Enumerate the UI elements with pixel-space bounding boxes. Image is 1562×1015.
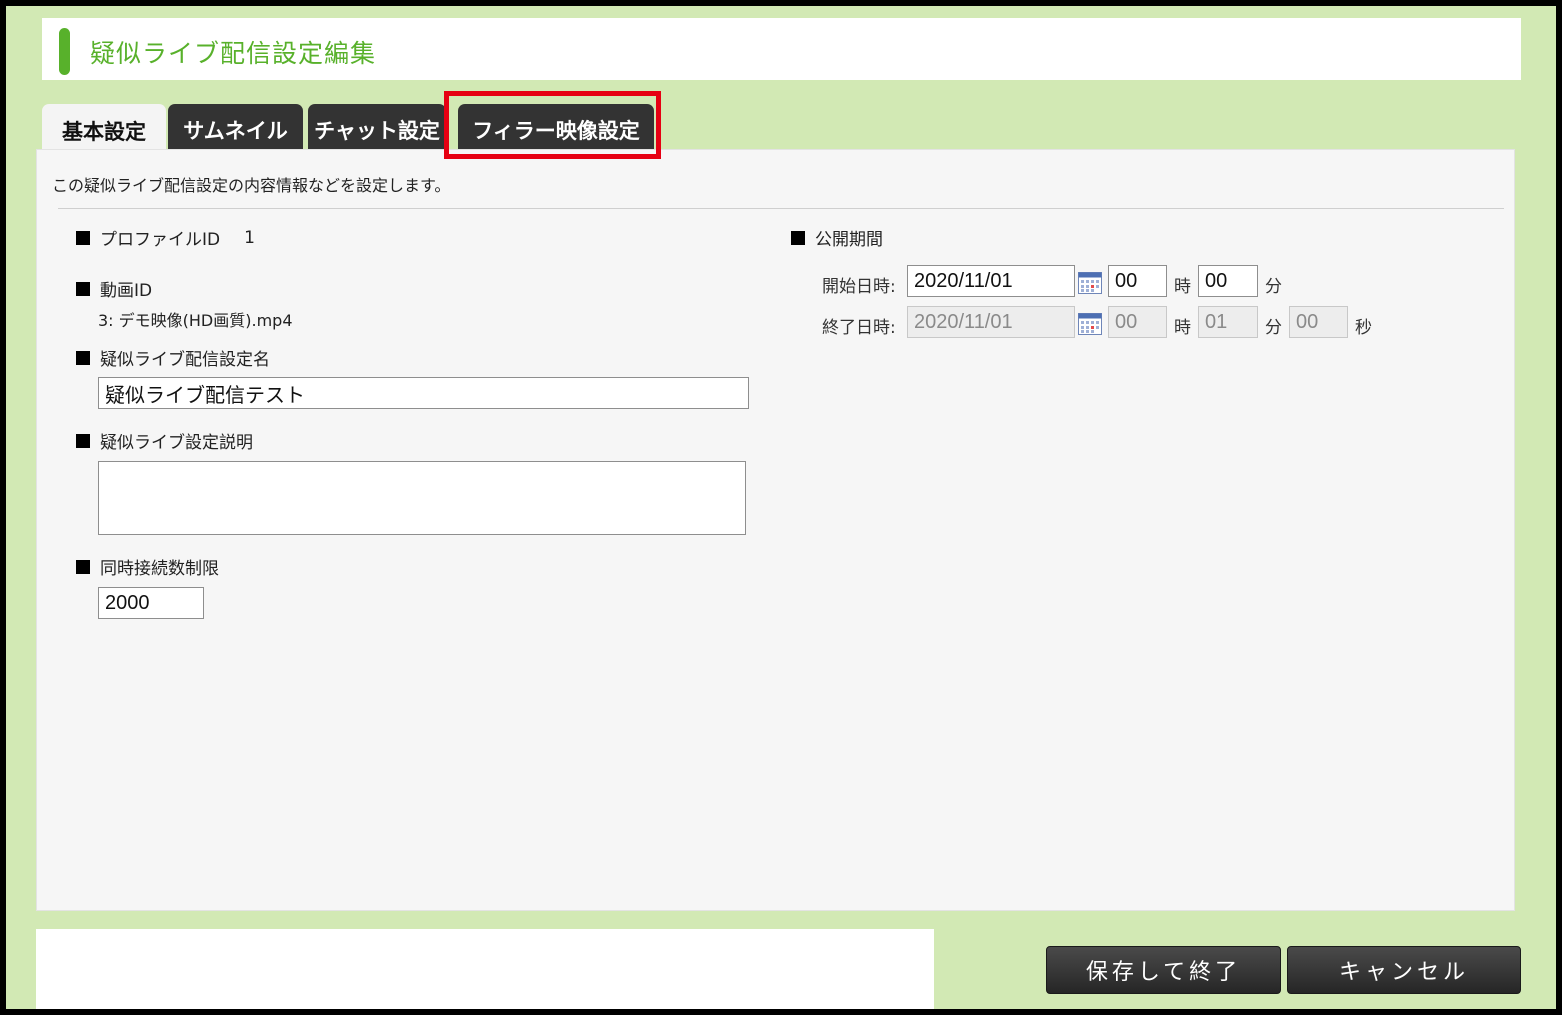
- start-minute-input[interactable]: [1198, 265, 1258, 297]
- profile-id-label: プロファイルID: [100, 230, 221, 250]
- connection-limit-field: 同時接続数制限: [76, 554, 219, 579]
- setting-desc-field: 疑似ライブ設定説明: [76, 428, 253, 453]
- page-title: 疑似ライブ配信設定編集: [90, 39, 377, 68]
- connection-limit-label: 同時接続数制限: [100, 559, 219, 579]
- end-datetime-label: 終了日時:: [822, 318, 896, 338]
- bullet-icon: [76, 281, 90, 296]
- start-date-input[interactable]: [907, 265, 1075, 297]
- save-and-exit-button[interactable]: 保存して終了: [1046, 946, 1281, 994]
- start-hour-unit: 時: [1174, 277, 1191, 297]
- start-datetime-label: 開始日時:: [822, 277, 896, 297]
- bullet-icon: [76, 433, 90, 448]
- start-minute-unit: 分: [1265, 277, 1282, 297]
- period-field: 公開期間: [791, 225, 883, 250]
- setting-name-label: 疑似ライブ配信設定名: [100, 350, 270, 370]
- profile-id-value: 1: [244, 227, 255, 248]
- video-id-field: 動画ID: [76, 276, 152, 301]
- end-second-unit: 秒: [1355, 318, 1372, 338]
- tab-thumbnail[interactable]: サムネイル: [168, 104, 303, 155]
- setting-desc-textarea[interactable]: [98, 461, 746, 535]
- end-second-input: [1289, 306, 1348, 338]
- highlight-annotation-box: [444, 91, 661, 159]
- end-date-input: [907, 306, 1075, 338]
- tab-chat-settings[interactable]: チャット設定: [308, 104, 446, 155]
- divider: [58, 208, 1504, 209]
- bottom-info-area: [36, 929, 934, 1009]
- end-minute-input: [1198, 306, 1258, 338]
- panel-description: この疑似ライブ配信設定の内容情報などを設定します。: [52, 176, 451, 195]
- bullet-icon: [76, 559, 90, 574]
- title-accent-bar: [59, 28, 70, 75]
- end-hour-input: [1108, 306, 1167, 338]
- video-id-value: 3: デモ映像(HD画質).mp4: [98, 311, 293, 330]
- setting-name-field: 疑似ライブ配信設定名: [76, 345, 270, 370]
- period-label: 公開期間: [815, 230, 883, 250]
- end-minute-unit: 分: [1265, 318, 1282, 338]
- video-id-label: 動画ID: [100, 281, 153, 301]
- cancel-button[interactable]: キャンセル: [1287, 946, 1521, 994]
- end-hour-unit: 時: [1174, 318, 1191, 338]
- setting-desc-label: 疑似ライブ設定説明: [100, 433, 253, 453]
- bullet-icon: [76, 350, 90, 365]
- calendar-icon: [1078, 313, 1102, 335]
- setting-name-input[interactable]: [98, 377, 749, 409]
- bullet-icon: [76, 230, 90, 245]
- profile-id-field: プロファイルID 1: [76, 225, 255, 250]
- title-bar: 疑似ライブ配信設定編集: [42, 18, 1521, 80]
- bullet-icon: [791, 230, 805, 245]
- calendar-icon[interactable]: [1078, 272, 1102, 294]
- connection-limit-input[interactable]: [98, 587, 204, 619]
- start-hour-input[interactable]: [1108, 265, 1167, 297]
